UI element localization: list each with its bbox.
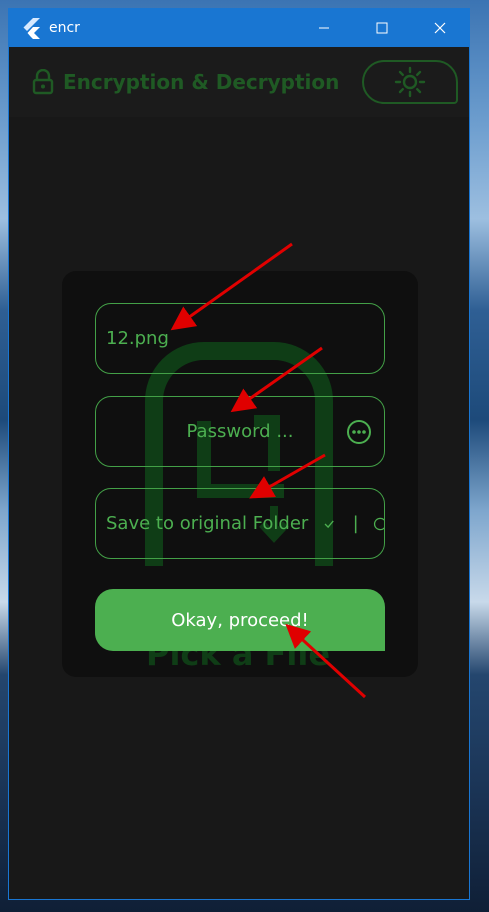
save-option-label: Save to original Folder: [106, 513, 309, 534]
password-placeholder: Password ...: [186, 421, 294, 442]
folder-option-icon[interactable]: [373, 510, 384, 538]
flutter-logo-icon: [23, 18, 40, 39]
title-bar[interactable]: encr: [9, 9, 469, 47]
theme-toggle-button[interactable]: [362, 60, 458, 104]
save-location-field[interactable]: Save to original Folder |: [95, 488, 385, 559]
check-icon[interactable]: [324, 514, 335, 534]
app-bar: Encryption & Decryption: [9, 47, 469, 117]
more-horizontal-icon[interactable]: [346, 419, 372, 445]
lock-icon: [32, 69, 54, 95]
file-card: Pick a File 12.png Password ... Save to …: [62, 271, 418, 677]
app-window: encr Encryption & Decryption Pick a File…: [8, 8, 470, 900]
maximize-button[interactable]: [353, 9, 411, 47]
filename-field[interactable]: 12.png: [95, 303, 385, 374]
maximize-icon: [376, 22, 388, 34]
minimize-button[interactable]: [295, 9, 353, 47]
proceed-button[interactable]: Okay, proceed!: [95, 589, 385, 651]
filename-value: 12.png: [106, 328, 169, 349]
password-field[interactable]: Password ...: [95, 396, 385, 467]
close-button[interactable]: [411, 9, 469, 47]
separator: |: [352, 513, 359, 534]
sun-icon: [394, 66, 426, 98]
close-icon: [434, 22, 446, 34]
app-title: Encryption & Decryption: [63, 70, 340, 94]
minimize-icon: [319, 27, 329, 29]
window-title: encr: [49, 20, 80, 36]
